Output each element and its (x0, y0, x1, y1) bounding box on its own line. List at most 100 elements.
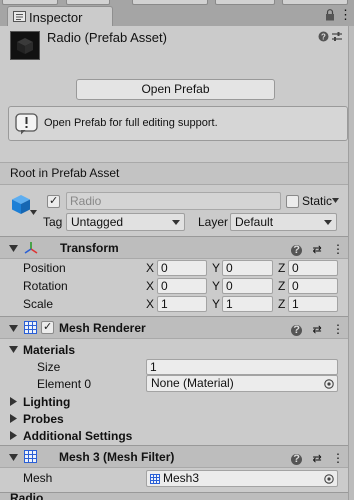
axis-z-label: Z (278, 279, 286, 293)
gameobject-header: Radio Static Tag Untagged Layer Default (0, 185, 354, 236)
foldout-collapsed-icon[interactable] (9, 397, 18, 406)
additional-settings-label[interactable]: Additional Settings (23, 429, 132, 443)
gameobject-name-field[interactable]: Radio (66, 192, 281, 210)
position-x-field[interactable]: 0 (157, 260, 207, 276)
materials-label: Materials (23, 343, 76, 357)
axis-y-label: Y (212, 279, 221, 293)
help-box: Open Prefab for full editing support. (8, 106, 348, 141)
scale-x-field[interactable]: 1 (157, 296, 207, 312)
lock-icon[interactable] (325, 9, 335, 21)
foldout-expanded-icon[interactable] (9, 453, 18, 462)
hidden-tab-5[interactable] (282, 0, 348, 5)
transform-title: Transform (60, 241, 119, 255)
tag-value: Untagged (71, 215, 124, 229)
help-icon[interactable]: ? (291, 325, 303, 336)
component-menu-icon[interactable]: ⋮ (332, 451, 344, 465)
mesh-value: Mesh3 (163, 471, 200, 485)
help-icon[interactable]: ? (291, 245, 303, 256)
svg-text:?: ? (321, 33, 326, 42)
mesh-renderer-enabled-checkbox[interactable] (41, 320, 54, 334)
mesh-renderer-component-header[interactable]: Mesh Renderer ? ⇄ ⋮ (0, 316, 354, 339)
scrollbar[interactable] (348, 26, 354, 500)
preset-icon[interactable]: ⇄ (312, 244, 321, 256)
mesh-filter-icon (24, 450, 37, 463)
scale-label: Scale (23, 297, 54, 311)
foldout-expanded-icon[interactable] (9, 244, 18, 253)
rotation-y-field[interactable]: 0 (222, 278, 273, 294)
object-picker-icon[interactable] (324, 379, 334, 389)
mesh-object-field[interactable]: Mesh3 (146, 470, 338, 487)
foldout-expanded-icon[interactable] (9, 345, 18, 354)
element-0-label: Element 0 (37, 377, 92, 391)
rotation-x-field[interactable]: 0 (157, 278, 207, 294)
probes-label[interactable]: Probes (23, 412, 64, 426)
mesh-filter-body: Mesh Mesh3 (0, 468, 354, 492)
material-object-field[interactable]: None (Material) (146, 375, 338, 392)
tag-label: Tag (43, 215, 63, 229)
mesh-renderer-title: Mesh Renderer (59, 321, 146, 335)
preset-icon[interactable]: ⇄ (312, 324, 321, 336)
materials-size-field[interactable]: 1 (146, 359, 338, 375)
rotation-label: Rotation (23, 279, 68, 293)
chevron-down-icon (172, 220, 180, 225)
materials-size-label: Size (37, 360, 61, 374)
hidden-tab-2[interactable] (66, 0, 110, 5)
tab-label: Inspector (29, 10, 83, 25)
next-component-header[interactable]: Radio (0, 492, 354, 500)
mesh-renderer-icon (24, 321, 37, 334)
root-label: Root in Prefab Asset (10, 166, 120, 180)
foldout-collapsed-icon[interactable] (9, 431, 18, 440)
mesh-filter-title: Mesh 3 (Mesh Filter) (59, 450, 175, 464)
component-menu-icon[interactable]: ⋮ (332, 322, 344, 336)
tag-dropdown[interactable]: Untagged (66, 213, 185, 231)
hidden-tab-1[interactable] (2, 0, 58, 5)
scale-z-field[interactable]: 1 (288, 296, 338, 312)
open-prefab-section: Open Prefab Open Prefab for full editing… (0, 64, 354, 162)
gameobject-cube-icon[interactable] (10, 193, 32, 215)
lighting-label[interactable]: Lighting (23, 395, 70, 409)
tab-menu-icon[interactable]: ⋮ (339, 8, 352, 22)
active-checkbox[interactable] (47, 194, 60, 208)
mesh-renderer-body: Materials Size 1 Element 0 None (Materia… (0, 339, 354, 445)
static-dropdown-caret-icon[interactable] (332, 198, 339, 203)
position-y-field[interactable]: 0 (222, 260, 273, 276)
preset-icon[interactable]: ⇄ (312, 453, 321, 465)
foldout-collapsed-icon[interactable] (9, 414, 18, 423)
axis-x-label: X (146, 279, 155, 293)
object-picker-icon[interactable] (324, 474, 334, 484)
rotation-z-field[interactable]: 0 (288, 278, 338, 294)
layer-label: Layer (198, 215, 229, 229)
foldout-expanded-icon[interactable] (9, 324, 18, 333)
tab-inspector[interactable]: Inspector (7, 6, 113, 27)
open-prefab-button[interactable]: Open Prefab (76, 79, 275, 100)
axis-z-label: Z (278, 261, 286, 275)
scale-y-field[interactable]: 1 (222, 296, 273, 312)
material-value: None (Material) (151, 376, 234, 390)
inspector-icon (13, 11, 26, 22)
axis-y-label: Y (212, 297, 221, 311)
inspector-header: Radio (Prefab Asset) ? (0, 26, 354, 64)
help-icon[interactable]: ? (318, 31, 329, 42)
axis-x-label: X (146, 261, 155, 275)
static-checkbox[interactable] (286, 195, 299, 208)
chevron-down-icon (324, 220, 332, 225)
component-buttons: ? ⇄ ⋮ (291, 451, 344, 465)
mesh-filter-component-header[interactable]: Mesh 3 (Mesh Filter) ? ⇄ ⋮ (0, 445, 354, 468)
help-icon[interactable]: ? (291, 454, 303, 465)
position-z-field[interactable]: 0 (288, 260, 338, 276)
axis-z-label: Z (278, 297, 286, 311)
hidden-tab-3[interactable] (132, 0, 208, 5)
static-label: Static (302, 194, 333, 208)
cube-preview-icon (17, 38, 33, 54)
component-buttons: ? ⇄ ⋮ (291, 322, 344, 336)
position-label: Position (23, 261, 66, 275)
component-menu-icon[interactable]: ⋮ (332, 242, 344, 256)
layer-dropdown[interactable]: Default (230, 213, 337, 231)
icon-dropdown-caret-icon[interactable] (30, 210, 37, 215)
transform-component-header[interactable]: Transform ? ⇄ ⋮ (0, 236, 354, 259)
hidden-tab-4[interactable] (215, 0, 275, 5)
page-title: Radio (Prefab Asset) (47, 30, 167, 45)
settings-sliders-icon[interactable] (332, 31, 342, 42)
prefab-thumbnail (10, 31, 40, 60)
component-buttons: ? ⇄ ⋮ (291, 242, 344, 256)
